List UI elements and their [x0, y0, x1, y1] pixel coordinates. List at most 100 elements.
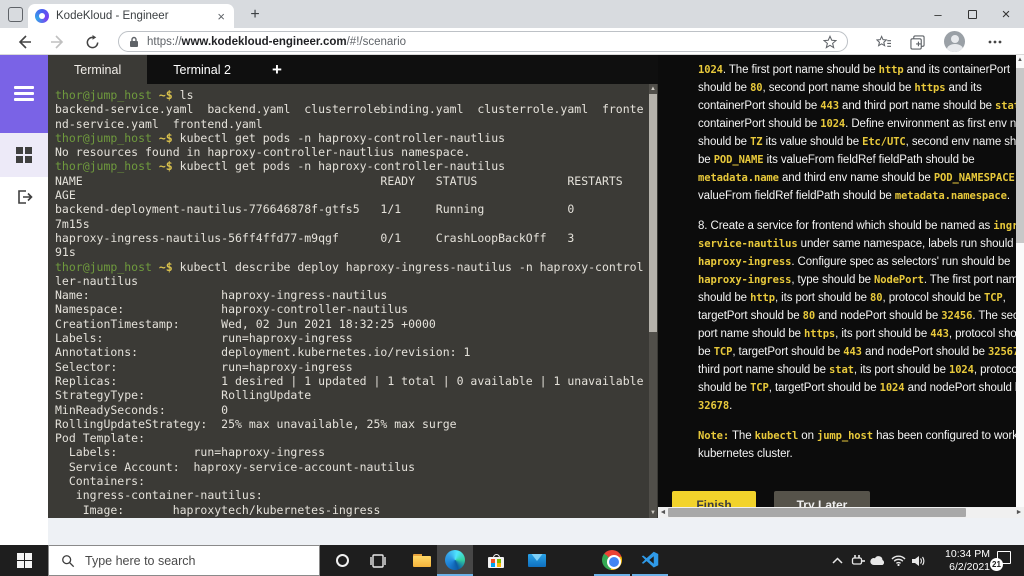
tab-title: KodeKloud - Engineer [56, 10, 169, 22]
tray-clock[interactable]: 10:34 PM 6/2/2021 [928, 548, 990, 573]
taskbar-search-box[interactable]: Type here to search [48, 545, 320, 576]
tab-close-icon[interactable]: × [215, 10, 227, 23]
task-view-button[interactable] [360, 545, 396, 576]
chrome-button[interactable] [594, 545, 630, 576]
task-line: port name should be https, its port shou… [698, 328, 1024, 340]
cortana-button[interactable] [324, 545, 360, 576]
new-tab-button[interactable]: + [244, 4, 266, 26]
settings-ellipsis-icon[interactable] [984, 31, 1006, 53]
task-line: should be 80, second port name should be… [698, 82, 982, 94]
window-minimize-button[interactable]: – [922, 0, 954, 28]
terminal-line: thor@jump_host ~$ kubectl describe deplo… [55, 259, 644, 274]
store-button[interactable] [478, 545, 514, 576]
terminal-line: Annotations: deployment.kubernetes.io/re… [55, 345, 471, 360]
edge-button[interactable] [437, 545, 473, 576]
panel-scroll-right-icon[interactable]: ► [1014, 507, 1024, 518]
scroll-down-icon[interactable]: ▼ [649, 509, 657, 517]
action-center-button[interactable]: 21 [990, 551, 1011, 571]
favorites-bar-icon[interactable] [872, 31, 894, 53]
tray-date: 6/2/2021 [949, 560, 990, 573]
task-line: 32678. [698, 400, 733, 412]
tray-volume-icon[interactable] [908, 545, 928, 576]
panel-scroll-up-icon[interactable]: ▲ [1016, 56, 1024, 64]
tab-terminal-2[interactable]: Terminal 2 [147, 55, 257, 84]
vscode-button[interactable] [632, 545, 668, 576]
task-view-icon [370, 553, 386, 568]
task-line: 1024. The first port name should be http… [698, 64, 1011, 76]
refresh-icon[interactable] [82, 32, 102, 52]
panel-hscrollbar-thumb[interactable] [668, 508, 966, 517]
microsoft-store-icon [488, 553, 504, 568]
terminal-line: StrategyType: RollingUpdate [55, 388, 312, 403]
favorite-star-icon[interactable] [823, 34, 837, 49]
url-field[interactable]: https://www.kodekloud-engineer.com/#!/sc… [118, 31, 848, 52]
terminal-line: backend-deployment-nautilus-776646878f-g… [55, 202, 575, 217]
scroll-up-icon[interactable]: ▲ [649, 85, 657, 93]
terminal-line: AGE [55, 188, 76, 203]
dashboard-grid-icon [16, 147, 32, 163]
terminal-line: 7m15s [55, 216, 90, 231]
terminal-line: No resources found in haproxy-controller… [55, 145, 471, 160]
terminal-line: Service Account: haproxy-service-account… [55, 459, 416, 474]
terminal-output[interactable]: thor@jump_host ~$ ls backend-service.yaml… [48, 84, 658, 518]
page-background-strip [48, 518, 1024, 545]
terminal-line: Namespace: haproxy-controller-nautilus [55, 302, 409, 317]
terminal-line: 91s [55, 245, 76, 260]
tab-terminal-1[interactable]: Terminal [48, 55, 148, 84]
start-button[interactable] [0, 545, 48, 576]
tray-onedrive-cloud-icon[interactable] [868, 545, 888, 576]
back-icon[interactable] [14, 32, 34, 52]
tab-actions-menu-icon[interactable] [8, 7, 23, 22]
task-text: 1024. The first port name should be http… [698, 61, 1024, 463]
search-placeholder: Type here to search [85, 553, 196, 568]
terminal-line: Labels: run=haproxy-ingress [55, 445, 326, 460]
tray-plug-icon[interactable] [848, 545, 868, 576]
logout-icon[interactable] [15, 188, 33, 206]
forward-icon[interactable] [48, 32, 68, 52]
browser-tab[interactable]: KodeKloud - Engineer × [28, 4, 234, 28]
chrome-icon [602, 549, 622, 570]
task-line: be POD_NAME its valueFrom fieldRef field… [698, 154, 975, 166]
hamburger-menu-icon[interactable] [14, 86, 34, 102]
terminal-line: Selector: run=haproxy-ingress [55, 359, 353, 374]
terminal-line: NAME READY STATUS RESTARTS [55, 173, 623, 188]
task-line: valueFrom fieldRef fieldPath should be m… [698, 190, 1010, 202]
terminal-line: thor@jump_host ~$ kubectl get pods -n ha… [55, 159, 506, 174]
notification-count-badge: 21 [990, 558, 1003, 571]
task-line: service-nautilus under same namespace, l… [698, 238, 1024, 250]
tray-chevron-up-icon[interactable] [828, 545, 846, 576]
task-line: Note: The kubectl on jump_host has been … [698, 430, 1024, 442]
task-line: haproxy-ingress, type should be NodePort… [698, 274, 1024, 286]
mail-icon [528, 554, 546, 567]
task-line: should be TCP, targetPort should be 1024… [698, 382, 1024, 394]
terminal-line: ler-nautilus [55, 273, 139, 288]
search-icon [62, 554, 75, 567]
task-line: should be http, its port should be 80, p… [698, 292, 1006, 304]
window-restore-button[interactable] [956, 0, 988, 28]
task-line: third port name should be stat, its port… [698, 364, 1021, 376]
terminal-scrollbar-thumb[interactable] [649, 94, 657, 332]
task-line: containerPort should be 443 and third po… [698, 100, 1020, 112]
vscode-icon [641, 551, 659, 567]
profile-avatar[interactable] [944, 31, 965, 52]
task-line: kubernetes cluster. [698, 448, 793, 460]
tray-wifi-icon[interactable] [888, 545, 908, 576]
panel-scroll-left-icon[interactable]: ◄ [658, 507, 668, 518]
terminal-line: nd-service.yaml frontend.yaml [55, 116, 263, 131]
tray-time: 10:34 PM [945, 548, 990, 560]
collections-icon[interactable] [906, 31, 928, 53]
terminal-line: ingress-container-nautilus: [55, 488, 263, 503]
task-line: 8. Create a service for frontend which s… [698, 220, 1024, 232]
kodekloud-favicon-icon [35, 9, 49, 23]
file-explorer-icon [413, 554, 431, 567]
file-explorer-button[interactable] [404, 545, 440, 576]
window-close-button[interactable]: × [990, 0, 1022, 28]
task-line: should be TZ its value should be Etc/UTC… [698, 136, 1024, 148]
terminal-new-tab-button[interactable]: + [257, 55, 297, 84]
panel-scrollbar-thumb[interactable] [1016, 68, 1024, 243]
terminal-line: backend-service.yaml backend.yaml cluste… [55, 102, 644, 117]
windows-logo-icon [16, 553, 32, 568]
terminal-line: Pod Template: [55, 431, 146, 446]
mail-button[interactable] [519, 545, 555, 576]
terminal-line: thor@jump_host ~$ kubectl get pods -n ha… [55, 130, 506, 145]
